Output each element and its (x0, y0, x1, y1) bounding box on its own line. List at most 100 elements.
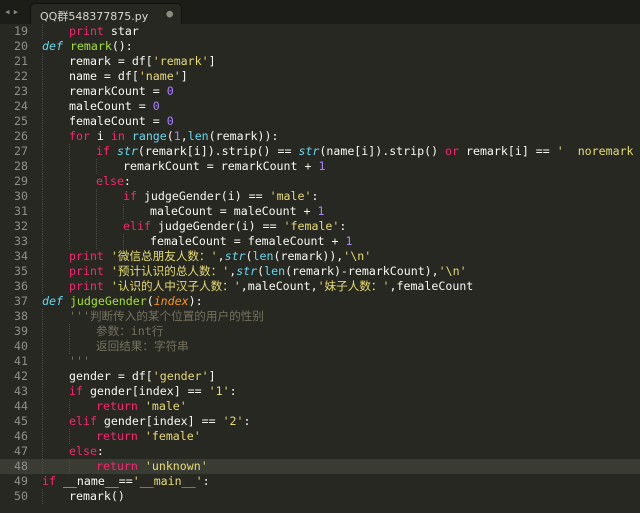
indent-guide (69, 399, 71, 414)
code-line[interactable]: 20 def remark(): (0, 39, 640, 54)
code-text: remark() (69, 489, 125, 504)
code-text: print '预计认识的总人数：',str(len(remark)-remark… (69, 264, 467, 279)
code-token: (remark)-remarkCount), (285, 264, 439, 278)
code-token: '''判断传入的某个位置的用户的性别 (69, 309, 264, 323)
code-line[interactable]: 40 返回结果：字符串 (0, 339, 640, 354)
code-line[interactable]: 23 remarkCount = 0 (0, 84, 640, 99)
line-number: 33 (14, 234, 28, 248)
code-editor[interactable]: 19 print star 20 def remark(): 21 remark = df… (0, 24, 640, 513)
indent-guide (69, 429, 71, 444)
code-line[interactable]: 43 if gender[index] == '1': (0, 384, 640, 399)
unsaved-dot-icon[interactable]: ● (166, 7, 173, 20)
line-number: 26 (14, 129, 28, 143)
code-token: 'gender' (152, 369, 209, 383)
code-line[interactable]: 38 '''判断传入的某个位置的用户的性别 (0, 309, 640, 324)
line-number: 34 (14, 249, 28, 263)
code-text: return 'female' (96, 429, 201, 444)
code-line[interactable]: 26 for i in range(1,len(remark)): (0, 129, 640, 144)
code-token: '1' (208, 384, 230, 398)
code-line[interactable]: 25 femaleCount = 0 (0, 114, 640, 129)
indent-guide (42, 114, 44, 129)
line-number: 42 (14, 369, 28, 383)
code-token: print (69, 249, 104, 263)
line-number: 36 (14, 279, 28, 293)
code-line[interactable]: 44 return 'male' (0, 399, 640, 414)
line-number: 44 (14, 399, 28, 413)
code-token: return (96, 429, 138, 443)
code-line[interactable]: 21 remark = df['remark'] (0, 54, 640, 69)
indent-guide (42, 249, 44, 264)
code-line[interactable]: 27 if str(remark[i]).strip() == str(name[… (0, 144, 640, 159)
code-token: '预计认识的总人数：' (110, 264, 230, 278)
tab-nav-arrows-icon[interactable]: ◂▸ (4, 5, 21, 18)
code-token: maleCount = (69, 99, 153, 113)
code-line[interactable]: 45 elif gender[index] == '2': (0, 414, 640, 429)
code-line[interactable]: 46 return 'female' (0, 429, 640, 444)
indent-guide (42, 489, 44, 504)
code-text: print '认识的人中汉子人数：',maleCount,'妹子人数：',fem… (69, 279, 473, 294)
code-token: ( (146, 294, 154, 308)
code-line[interactable]: 48 return 'unknown' (0, 459, 640, 474)
indent-guide (42, 129, 44, 144)
indent-guide (42, 234, 44, 249)
code-text: maleCount = 0 (69, 99, 160, 114)
code-line[interactable]: 22 name = df['name'] (0, 69, 640, 84)
code-lines: 19 print star 20 def remark(): 21 remark = df… (0, 24, 640, 504)
code-token: remark = df[ (69, 54, 153, 68)
code-line[interactable]: 49 if __name__=='__main__': (0, 474, 640, 489)
code-line[interactable]: 41 ''' (0, 354, 640, 369)
code-token: if (96, 144, 110, 158)
indent-guide (42, 54, 44, 69)
code-token: len (252, 249, 274, 263)
indent-guide (69, 174, 71, 189)
code-line[interactable]: 24 maleCount = 0 (0, 99, 640, 114)
indent-guide (69, 459, 71, 474)
code-line[interactable]: 32 elif judgeGender(i) == 'female': (0, 219, 640, 234)
indent-guide (69, 189, 71, 204)
code-token: '妹子人数：' (317, 279, 390, 293)
line-number: 32 (14, 219, 28, 233)
code-token: '认识的人中汉子人数：' (110, 279, 241, 293)
code-token: len (187, 129, 209, 143)
code-token: 1 (318, 159, 326, 173)
line-number: 27 (14, 144, 28, 158)
code-token: if (42, 474, 56, 488)
code-token: remark[i] == (459, 144, 557, 158)
indent-guide (42, 414, 44, 429)
code-token: def (42, 294, 63, 308)
code-line[interactable]: 39 参数：int行 (0, 324, 640, 339)
code-token: elif (69, 414, 97, 428)
code-line[interactable]: 35 print '预计认识的总人数：',str(len(remark)-rema… (0, 264, 640, 279)
indent-guide (42, 354, 44, 369)
code-line[interactable]: 37 def judgeGender(index): (0, 294, 640, 309)
code-line[interactable]: 29 else: (0, 174, 640, 189)
code-line[interactable]: 33 femaleCount = femaleCount + 1 (0, 234, 640, 249)
code-token: return (96, 459, 138, 473)
code-token: remark (69, 39, 112, 53)
code-token: gender[index] == (82, 384, 209, 398)
code-token: return (96, 399, 138, 413)
code-line[interactable]: 50 remark() (0, 489, 640, 504)
code-line[interactable]: 19 print star (0, 24, 640, 39)
code-token: (remark[i]).strip() == (137, 144, 299, 158)
code-line[interactable]: 47 else: (0, 444, 640, 459)
file-tab[interactable]: QQ群548377875.py ● (30, 3, 182, 25)
code-text: remarkCount = 0 (69, 84, 174, 99)
code-line[interactable]: 36 print '认识的人中汉子人数：',maleCount,'妹子人数：',f… (0, 279, 640, 294)
code-token: ): (188, 294, 203, 308)
code-line[interactable]: 28 remarkCount = remarkCount + 1 (0, 159, 640, 174)
code-token: (name[i]).strip() (319, 144, 446, 158)
line-number: 48 (14, 459, 28, 473)
line-number: 45 (14, 414, 28, 428)
code-line[interactable]: 31 maleCount = maleCount + 1 (0, 204, 640, 219)
code-line[interactable]: 42 gender = df['gender'] (0, 369, 640, 384)
code-token: : (123, 174, 131, 188)
line-number: 24 (14, 99, 28, 113)
line-number: 19 (14, 24, 28, 38)
code-token: '\n' (343, 249, 372, 263)
code-line[interactable]: 34 print '微信总朋友人数：',str(len(remark)),'\n' (0, 249, 640, 264)
code-token: print (69, 24, 104, 38)
code-token: ( (166, 129, 174, 143)
code-line[interactable]: 30 if judgeGender(i) == 'male': (0, 189, 640, 204)
